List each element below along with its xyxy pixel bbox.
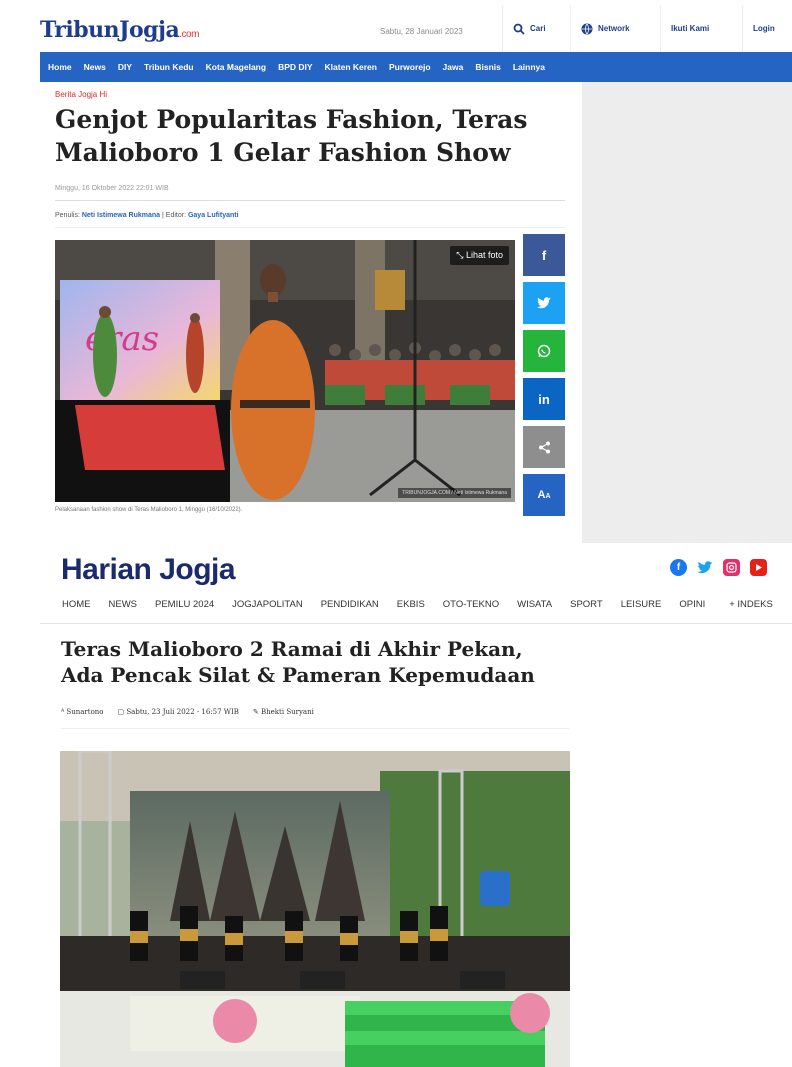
- view-photo-button[interactable]: ⤡ Lihat foto: [450, 246, 509, 265]
- nav-sport[interactable]: SPORT: [570, 599, 603, 610]
- editor-prefix: | Editor:: [162, 212, 187, 219]
- view-photo-label: Lihat foto: [465, 250, 503, 260]
- divider: [40, 623, 792, 624]
- nav-home[interactable]: HOME: [62, 599, 91, 610]
- tribun-sidebar-ad: [582, 82, 792, 543]
- nav-ekbis[interactable]: EKBIS: [397, 599, 425, 610]
- share-facebook-button[interactable]: f: [523, 234, 565, 276]
- pencil-icon: ✎: [252, 708, 259, 716]
- divider: [55, 200, 565, 201]
- tribun-nav: Home News DIY Tribun Kedu Kota Magelang …: [40, 52, 792, 82]
- nav-news[interactable]: News: [84, 62, 106, 72]
- nav-lainnya[interactable]: Lainnya: [513, 62, 545, 72]
- font-size-button[interactable]: AA: [523, 474, 565, 516]
- editor-link[interactable]: Gaya Lufityanti: [188, 212, 239, 219]
- instagram-icon[interactable]: [723, 559, 740, 576]
- nav-bisnis[interactable]: Bisnis: [475, 62, 501, 72]
- article-date: Minggu, 16 Oktober 2022 22:01 WIB: [55, 185, 169, 192]
- nav-tribun-kedu[interactable]: Tribun Kedu: [144, 62, 194, 72]
- twitter-icon: [537, 297, 551, 309]
- harian-logo[interactable]: Harian Jogja: [61, 553, 236, 587]
- share-more-button[interactable]: [523, 426, 565, 468]
- nav-opini[interactable]: OPINI: [679, 599, 705, 610]
- search-icon: [513, 23, 525, 35]
- fashion-show-illustration: eras: [55, 240, 515, 502]
- tribun-date: Sabtu, 28 Januari 2023: [380, 27, 463, 36]
- photo-credit: TRIBUNJOGJA.COM / Neti Istimewa Rukmana: [398, 488, 511, 498]
- nav-home[interactable]: Home: [48, 62, 72, 72]
- share-icon: [538, 441, 550, 453]
- tribun-top-bar: TribunJogja.com Sabtu, 28 Januari 2023 C…: [40, 5, 792, 52]
- nav-diy[interactable]: DIY: [118, 62, 132, 72]
- facebook-icon: f: [541, 247, 547, 263]
- nav-jogjapolitan[interactable]: JOGJAPOLITAN: [232, 599, 303, 610]
- tribunjogja-page: TribunJogja.com Sabtu, 28 Januari 2023 C…: [40, 5, 792, 543]
- publish-date-text: Sabtu, 23 Juli 2022 - 16:57 WIB: [126, 708, 239, 716]
- nav-pemilu-2024[interactable]: PEMILU 2024: [155, 599, 214, 610]
- article-kicker[interactable]: Berita Jogja Hi: [55, 90, 107, 99]
- pencak-silat-illustration: [60, 751, 570, 1067]
- nav-wisata[interactable]: WISATA: [517, 599, 552, 610]
- globe-icon: [581, 23, 593, 34]
- article-photo-fashion-show[interactable]: eras ⤡ Lihat foto TRIBUNJOGJA.COM / Neti…: [55, 240, 515, 502]
- facebook-icon[interactable]: f: [670, 559, 687, 576]
- share-twitter-button[interactable]: [523, 282, 565, 324]
- follow-us-button[interactable]: Ikuti Kami: [660, 5, 719, 52]
- whatsapp-icon: [537, 344, 551, 358]
- nav-jawa[interactable]: Jawa: [443, 62, 464, 72]
- calendar-icon: ▢: [117, 708, 125, 716]
- search-label: Cari: [530, 24, 546, 33]
- reporter-name[interactable]: Sunartono: [66, 708, 103, 716]
- harian-logo-part-b: Jogja: [159, 553, 236, 586]
- linkedin-icon: in: [538, 391, 550, 407]
- font-size-icon: AA: [537, 489, 551, 501]
- tribun-logo[interactable]: TribunJogja.com: [40, 17, 199, 43]
- nav-indeks[interactable]: + INDEKS: [729, 599, 773, 610]
- nav-leisure[interactable]: LEISURE: [621, 599, 662, 610]
- nav-kota-magelang[interactable]: Kota Magelang: [206, 62, 266, 72]
- tribun-logo-suffix: .com: [179, 29, 199, 40]
- divider: [61, 728, 569, 729]
- publish-date: ▢ Sabtu, 23 Juli 2022 - 16:57 WIB: [118, 708, 239, 716]
- nav-bpd-diy[interactable]: BPD DIY: [278, 62, 312, 72]
- nav-klaten-keren[interactable]: Klaten Keren: [325, 62, 377, 72]
- author-link[interactable]: Neti Istimewa Rukmana: [82, 212, 160, 219]
- tribun-logo-text: TribunJogja: [40, 17, 180, 43]
- editor-name[interactable]: Bhekti Suryani: [261, 708, 314, 716]
- article-title: Genjot Popularitas Fashion, Teras Maliob…: [55, 105, 528, 167]
- nav-purworejo[interactable]: Purworejo: [389, 62, 431, 72]
- article-byline: Penulis: Neti Istimewa Rukmana | Editor:…: [55, 212, 239, 219]
- search-button[interactable]: Cari: [502, 5, 556, 52]
- article-title: Teras Malioboro 2 Ramai di Akhir Pekan, …: [61, 637, 535, 687]
- youtube-icon[interactable]: [750, 559, 767, 576]
- harian-logo-part-a: Harian: [61, 553, 160, 586]
- author-prefix: Penulis:: [55, 212, 80, 219]
- editor: ✎ Bhekti Suryani: [253, 708, 314, 716]
- harianjogja-page: Harian Jogja f HOME NEWS PEMILU 2024 JOG…: [0, 543, 792, 1067]
- photo-caption: Pelaksanaan fashion show di Teras Maliob…: [55, 507, 243, 513]
- article-photo-pencak-silat[interactable]: [60, 751, 570, 1067]
- follow-us-label: Ikuti Kami: [671, 24, 710, 33]
- login-button[interactable]: Login: [742, 5, 785, 52]
- login-label: Login: [753, 24, 775, 33]
- divider: [55, 227, 565, 228]
- harian-nav: HOME NEWS PEMILU 2024 JOGJAPOLITAN PENDI…: [62, 599, 791, 610]
- nav-pendidikan[interactable]: PENDIDIKAN: [321, 599, 379, 610]
- network-label: Network: [598, 24, 630, 33]
- share-linkedin-button[interactable]: in: [523, 378, 565, 420]
- network-button[interactable]: Network: [570, 5, 640, 52]
- reporter: ᴬ Sunartono: [61, 708, 104, 716]
- nav-news[interactable]: NEWS: [109, 599, 138, 610]
- nav-oto-tekno[interactable]: OTO-TEKNO: [443, 599, 499, 610]
- twitter-icon[interactable]: [696, 559, 713, 576]
- article-meta: ᴬ Sunartono ▢ Sabtu, 23 Juli 2022 - 16:5…: [61, 708, 314, 716]
- share-whatsapp-button[interactable]: [523, 330, 565, 372]
- user-icon: ᴬ: [61, 708, 65, 716]
